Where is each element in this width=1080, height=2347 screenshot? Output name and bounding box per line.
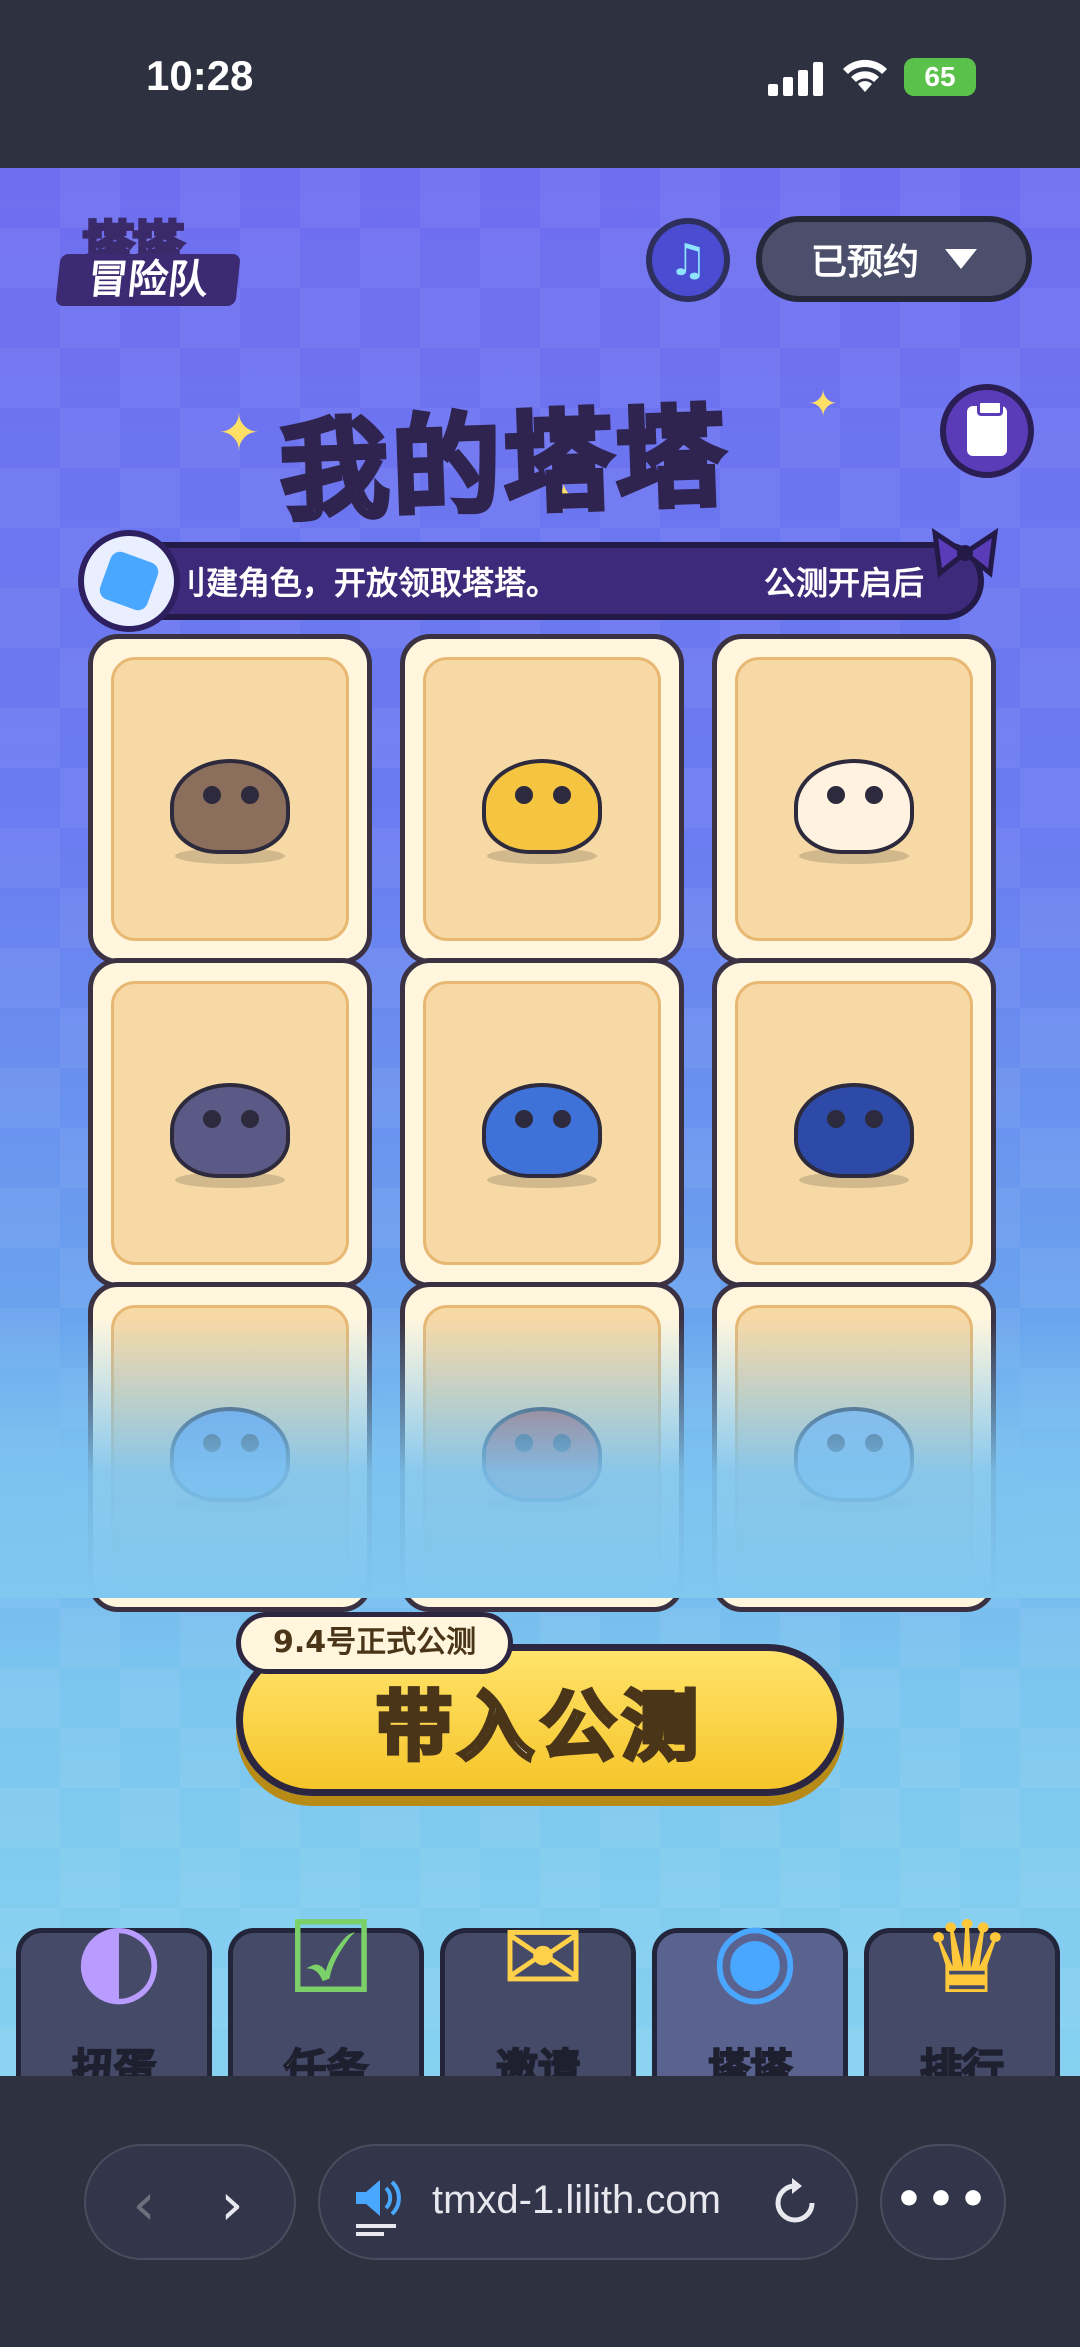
status-bar: 10:28 65: [0, 0, 1080, 168]
pet-card[interactable]: [712, 958, 996, 1288]
boar-pet-icon: [155, 1058, 305, 1188]
banner-text: 刂建角色，开放领取塔塔。: [174, 564, 559, 602]
toucan-pet-icon: [779, 1058, 929, 1188]
nav-item-1[interactable]: ☑ 任务: [228, 1899, 424, 2076]
clipboard-icon: ☑: [286, 1898, 376, 2016]
bottom-nav: ◐ 扭蛋 ☑ 任务 ✉ 邀请 ◉ 塔塔 ♛ 排行: [0, 1899, 1080, 2076]
ribbon-bow-icon: [931, 528, 999, 578]
reload-icon[interactable]: [768, 2176, 822, 2230]
history-nav: ‹ ›: [84, 2144, 296, 2260]
nav-label: 任务: [283, 2044, 369, 2076]
announcement-icon: [78, 530, 180, 632]
game-logo: 塔塔 冒险队: [52, 204, 242, 312]
announcement-banner: 刂建角色，开放领取塔塔。 公测开启后: [80, 542, 984, 620]
pet-icon: ◉: [711, 1898, 799, 2016]
pet-card[interactable]: [400, 958, 684, 1288]
sparkle-icon: ✦: [808, 384, 839, 425]
fox-dog-pet-icon: [467, 734, 617, 864]
nav-item-3[interactable]: ◉ 塔塔: [652, 1899, 848, 2076]
pet-card[interactable]: [712, 634, 996, 964]
title-part1: 我的: [276, 401, 509, 539]
rules-button[interactable]: [940, 384, 1034, 478]
music-note-icon: ♫: [668, 234, 708, 286]
pet-card[interactable]: [88, 634, 372, 964]
speaker-icon[interactable]: [350, 2172, 406, 2236]
pet-card[interactable]: [88, 958, 372, 1288]
logo-subtitle: 冒险队: [55, 254, 241, 306]
title-part2: 塔塔: [500, 393, 733, 531]
game-area: 塔塔 冒险队 ♫ 已预约 ✦ ✦ ✦ 我的塔塔 刂建角色，开放领取塔塔。 公测开…: [0, 168, 1080, 2076]
cta-label: 带入公测: [374, 1680, 704, 1773]
nav-item-0[interactable]: ◐ 扭蛋: [16, 1899, 212, 2076]
chicken-ghost-pet-icon: [779, 734, 929, 864]
monkey-pet-icon: [155, 734, 305, 864]
nav-item-4[interactable]: ♛ 排行: [864, 1899, 1060, 2076]
back-button[interactable]: ‹: [116, 2175, 172, 2233]
address-bar[interactable]: tmxd-1.lilith.com: [318, 2144, 858, 2260]
nav-label: 邀请: [495, 2044, 581, 2076]
capsule-icon: ◐: [75, 1898, 163, 2016]
caret-down-icon: [945, 249, 977, 269]
status-time: 10:28: [146, 52, 254, 99]
nav-item-2[interactable]: ✉ 邀请: [440, 1899, 636, 2076]
signal-icon: [768, 62, 823, 96]
pet-card[interactable]: [400, 634, 684, 964]
nav-label: 扭蛋: [71, 2044, 157, 2076]
trophy-icon: ♛: [922, 1898, 1012, 2016]
reserve-label: 已预约: [810, 242, 919, 283]
more-options-button[interactable]: •••: [880, 2144, 1006, 2260]
sparkle-icon: ✦: [218, 404, 260, 462]
music-button[interactable]: ♫: [646, 218, 730, 302]
wifi-icon: [843, 59, 887, 92]
crab-pet-icon: [467, 1058, 617, 1188]
forward-button[interactable]: ›: [204, 2175, 260, 2233]
battery-indicator: 65: [904, 58, 976, 96]
clipboard-icon: [967, 400, 1007, 456]
url-text: tmxd-1.lilith.com: [432, 2178, 721, 2222]
nav-label: 排行: [919, 2044, 1005, 2076]
reserve-dropdown[interactable]: 已预约: [756, 216, 1032, 302]
launch-date-tag: 9.4号正式公测: [236, 1612, 514, 1674]
envelope-icon: ✉: [501, 1898, 585, 2016]
banner-text-2: 公测开启后: [764, 564, 925, 602]
browser-toolbar: ‹ › tmxd-1.lilith.com •••: [0, 2076, 1080, 2347]
page-title: 我的塔塔: [276, 370, 733, 542]
nav-label: 塔塔: [707, 2044, 793, 2076]
